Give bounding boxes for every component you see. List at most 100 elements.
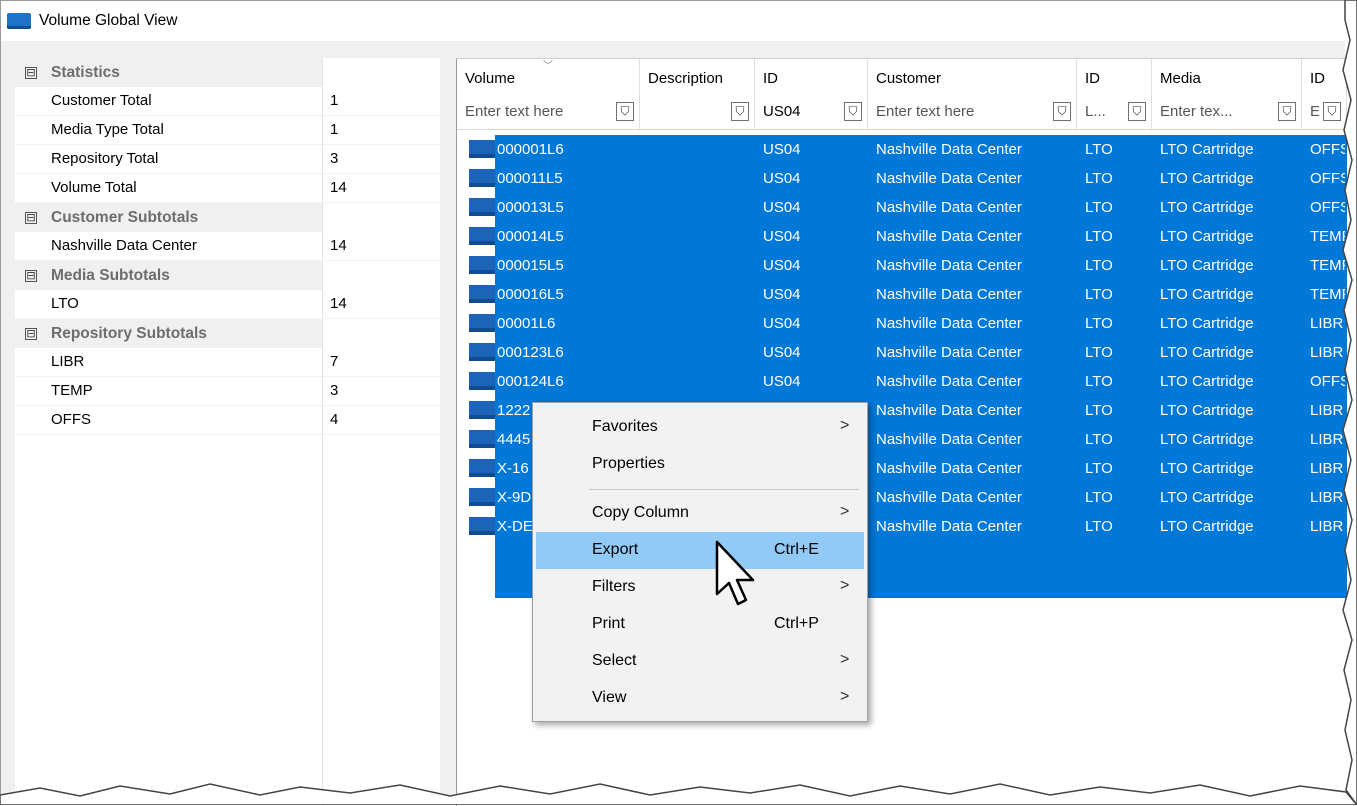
table-cell: LIBR [1310, 460, 1344, 477]
column-header-3[interactable]: Customer [868, 59, 1077, 95]
property-row[interactable]: TEMP 3 [15, 377, 440, 406]
filter-funnel-icon[interactable]: ⛉ [731, 102, 749, 121]
category-name: Repository Subtotals [51, 324, 207, 342]
column-header-1[interactable]: Description [640, 59, 755, 95]
property-row[interactable]: LTO 14 [15, 290, 440, 319]
menu-item-label: View [592, 689, 627, 706]
table-row[interactable]: 000015L5 US04 Nashville Data Center LTO LTO … [457, 251, 1347, 280]
column-filter-2[interactable]: US04 ⛉ [755, 95, 868, 129]
table-cell: LTO [1085, 344, 1113, 361]
table-cell: LIBR [1310, 344, 1344, 361]
collapse-icon[interactable]: ⊟ [25, 66, 37, 79]
filter-input[interactable]: Enter text here [465, 103, 612, 120]
column-filter-4[interactable]: L... ⛉ [1077, 95, 1152, 129]
table-cell: 000016L5 [497, 286, 564, 303]
property-row[interactable]: Volume Total 14 [15, 174, 440, 203]
filter-input[interactable]: Enter text here [876, 103, 1049, 120]
property-row[interactable]: Nashville Data Center 14 [15, 232, 440, 261]
column-header-2[interactable]: ID [755, 59, 868, 95]
table-cell: US04 [763, 257, 801, 274]
table-cell: 000001L6 [497, 141, 564, 158]
filter-input[interactable]: E. [1310, 103, 1319, 120]
column-header-6[interactable]: ID [1302, 59, 1347, 95]
property-row[interactable]: OFFS 4 [15, 406, 440, 435]
filter-funnel-icon[interactable]: ⛉ [1128, 102, 1146, 121]
table-cell: Nashville Data Center [876, 228, 1022, 245]
menu-item-copy-column[interactable]: Copy Column > [536, 495, 864, 532]
property-name: TEMP [51, 382, 93, 399]
table-row[interactable]: 000013L5 US04 Nashville Data Center LTO LTO … [457, 193, 1347, 222]
table-cell: LTO [1085, 402, 1113, 419]
category-row-0[interactable]: ⊟ Statistics [15, 58, 440, 87]
filter-funnel-icon[interactable]: ⛉ [1323, 102, 1341, 121]
filter-funnel-icon[interactable]: ⛉ [1053, 102, 1071, 121]
table-row[interactable]: 000011L5 US04 Nashville Data Center LTO LTO … [457, 164, 1347, 193]
property-value: 3 [330, 382, 339, 399]
column-filter-6[interactable]: E.⛉ [1302, 95, 1347, 129]
title-bar: Volume Global View [1, 1, 1345, 41]
table-cell: Nashville Data Center [876, 141, 1022, 158]
filter-funnel-icon[interactable]: ⛉ [1278, 102, 1296, 121]
column-filter-5[interactable]: Enter tex... ⛉ [1152, 95, 1302, 129]
category-row-3[interactable]: ⊟ Repository Subtotals [15, 319, 440, 348]
menu-item-print[interactable]: Print Ctrl+P [536, 606, 864, 643]
table-row[interactable]: 000124L6 US04 Nashville Data Center LTO LTO … [457, 367, 1347, 396]
collapse-icon[interactable]: ⊟ [25, 327, 37, 340]
menu-item-view[interactable]: View > [536, 680, 864, 717]
table-cell: OFFS [1310, 199, 1345, 216]
table-row[interactable]: 00001L6 US04 Nashville Data Center LTO LTO C… [457, 309, 1347, 338]
property-row[interactable]: Customer Total 1 [15, 87, 440, 116]
filter-funnel-icon[interactable]: ⛉ [616, 102, 634, 121]
table-row[interactable]: 000014L5 US04 Nashville Data Center LTO LTO … [457, 222, 1347, 251]
category-row-1[interactable]: ⊟ Customer Subtotals [15, 203, 440, 232]
menu-item-filters[interactable]: Filters > [536, 569, 864, 606]
table-cell: LTO Cartridge [1160, 315, 1254, 332]
table-cell: US04 [763, 141, 801, 158]
column-filter-1[interactable]: ⛉ [640, 95, 755, 129]
filter-input[interactable]: L... [1085, 103, 1124, 120]
table-row[interactable]: 000001L6 US04 Nashville Data Center LTO LTO … [457, 135, 1347, 164]
table-cell: Nashville Data Center [876, 257, 1022, 274]
menu-item-select[interactable]: Select > [536, 643, 864, 680]
tape-volume-icon [469, 401, 495, 419]
property-row[interactable]: LIBR 7 [15, 348, 440, 377]
submenu-arrow-icon: > [840, 503, 850, 520]
property-name: LIBR [51, 353, 85, 370]
table-cell: LTO Cartridge [1160, 489, 1254, 506]
table-cell: LTO [1085, 489, 1113, 506]
column-header-label: ID [1085, 70, 1100, 87]
filter-funnel-icon[interactable]: ⛉ [844, 102, 862, 121]
table-cell: LTO Cartridge [1160, 431, 1254, 448]
collapse-icon[interactable]: ⊟ [25, 269, 37, 282]
table-cell: Nashville Data Center [876, 460, 1022, 477]
column-header-0[interactable]: Volume ﹀ [457, 59, 640, 95]
property-name: Nashville Data Center [51, 237, 197, 254]
column-header-5[interactable]: Media [1152, 59, 1302, 95]
property-row[interactable]: Repository Total 3 [15, 145, 440, 174]
property-name: LTO [51, 295, 79, 312]
filter-input[interactable]: Enter tex... [1160, 103, 1274, 120]
menu-item-export[interactable]: Export Ctrl+E [536, 532, 864, 569]
table-cell: Nashville Data Center [876, 315, 1022, 332]
menu-item-label: Filters [592, 578, 636, 595]
column-filter-3[interactable]: Enter text here ⛉ [868, 95, 1077, 129]
tape-volume-icon [469, 343, 495, 361]
filter-input[interactable]: US04 [763, 103, 840, 120]
column-header-label: ID [1310, 70, 1325, 87]
table-cell: US04 [763, 286, 801, 303]
category-row-2[interactable]: ⊟ Media Subtotals [15, 261, 440, 290]
table-cell: Nashville Data Center [876, 373, 1022, 390]
column-filter-0[interactable]: Enter text here ⛉ [457, 95, 640, 129]
table-row[interactable]: 000123L6 US04 Nashville Data Center LTO LTO … [457, 338, 1347, 367]
table-row[interactable]: 000016L5 US04 Nashville Data Center LTO LTO … [457, 280, 1347, 309]
property-row[interactable]: Media Type Total 1 [15, 116, 440, 145]
submenu-arrow-icon: > [840, 577, 850, 594]
menu-item-favorites[interactable]: Favorites > [536, 409, 864, 446]
collapse-icon[interactable]: ⊟ [25, 211, 37, 224]
menu-item-label: Print [592, 615, 625, 632]
column-header-4[interactable]: ID [1077, 59, 1152, 95]
table-cell: LTO [1085, 228, 1113, 245]
table-cell: TEMP [1310, 286, 1345, 303]
menu-item-properties[interactable]: Properties [536, 446, 864, 483]
table-cell: TEMP [1310, 257, 1345, 274]
